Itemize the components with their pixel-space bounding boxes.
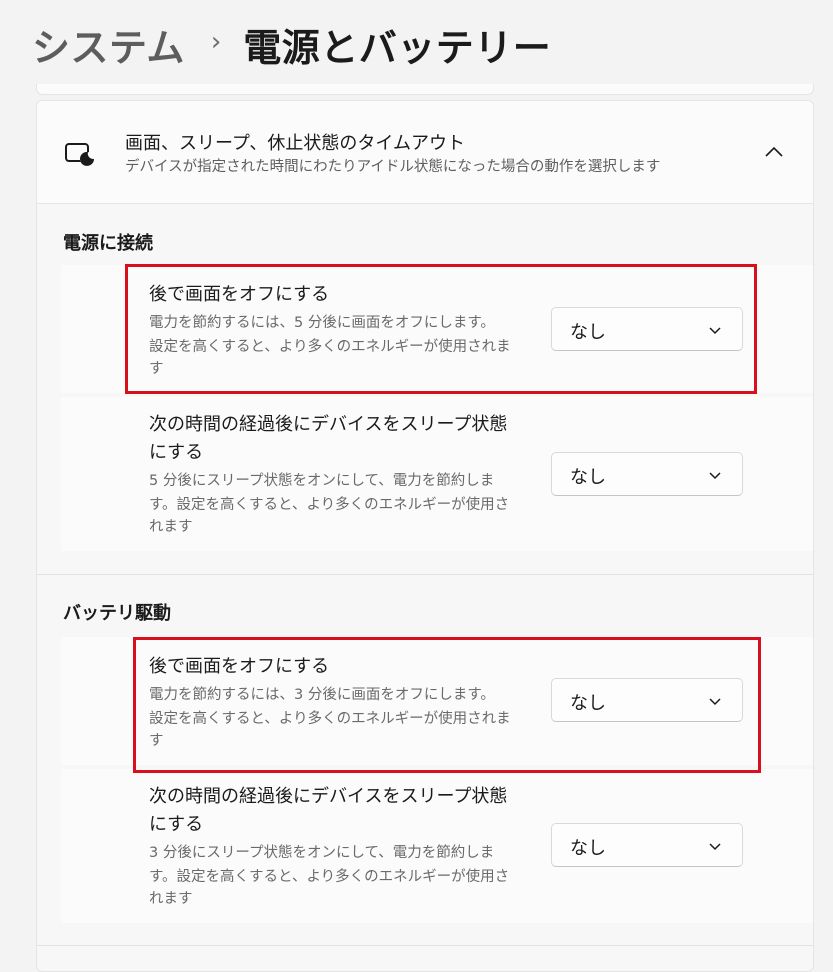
setting-row-battery-screen-off: 後で画面をオフにする 電力を節約するには、3 分後に画面をオフにします。 設定を… xyxy=(61,637,813,765)
setting-row-plugged-sleep: 次の時間の経過後にデバイスをスリープ状態 にする 5 分後にスリープ状態をオンに… xyxy=(61,397,813,551)
chevron-down-icon xyxy=(708,694,722,708)
row-title-line: にする xyxy=(149,442,204,463)
row-title-line: 次の時間の経過後にデバイスをスリープ状態 xyxy=(149,414,508,435)
screen-sleep-icon xyxy=(63,139,97,169)
row-title-line: にする xyxy=(149,814,204,835)
plugged-sleep-dropdown[interactable]: なし xyxy=(551,452,743,496)
row-title: 後で画面をオフにする xyxy=(149,656,330,677)
chevron-down-icon xyxy=(708,468,722,482)
battery-screen-off-dropdown[interactable]: なし xyxy=(551,678,743,722)
dropdown-value: なし xyxy=(570,838,606,859)
dropdown-value: なし xyxy=(570,693,606,714)
row-description-line: れます xyxy=(149,891,193,907)
section-title: 画面、スリープ、休止状態のタイムアウト xyxy=(125,133,466,154)
group-title-on-battery: バッテリ駆動 xyxy=(63,603,171,624)
chevron-up-icon[interactable] xyxy=(759,137,789,167)
panel-bottom-divider xyxy=(37,945,813,946)
row-description-line: す。設定を高くすると、より多くのエネルギーが使用さ xyxy=(149,869,510,885)
chevron-down-icon xyxy=(708,323,722,337)
row-title-line: 次の時間の経過後にデバイスをスリープ状態 xyxy=(149,786,508,807)
row-description-line: 設定を高くすると、より多くのエネルギーが使用されま xyxy=(149,339,511,355)
row-title: 後で画面をオフにする xyxy=(149,284,330,305)
timeout-section-header[interactable]: 画面、スリープ、休止状態のタイムアウト デバイスが指定された時間にわたりアイドル… xyxy=(37,101,813,204)
previous-card-edge xyxy=(36,84,814,95)
dropdown-value: なし xyxy=(570,322,606,343)
breadcrumb: システム › 電源とバッテリー xyxy=(32,14,551,74)
dropdown-value: なし xyxy=(570,467,606,488)
row-description-line: す xyxy=(149,361,164,377)
group-title-plugged-in: 電源に接続 xyxy=(63,233,153,254)
breadcrumb-parent-system[interactable]: システム xyxy=(32,17,185,72)
section-description: デバイスが指定された時間にわたりアイドル状態になった場合の動作を選択します xyxy=(125,159,661,175)
battery-sleep-dropdown[interactable]: なし xyxy=(551,823,743,867)
breadcrumb-separator-icon: › xyxy=(210,27,222,57)
row-description-line: 5 分後にスリープ状態をオンにして、電力を節約しま xyxy=(149,473,495,489)
setting-row-plugged-screen-off: 後で画面をオフにする 電力を節約するには、5 分後に画面をオフにします。 設定を… xyxy=(61,265,813,393)
timeout-settings-panel: 画面、スリープ、休止状態のタイムアウト デバイスが指定された時間にわたりアイドル… xyxy=(36,100,814,972)
row-description-line: 電力を節約するには、5 分後に画面をオフにします。 xyxy=(149,315,495,331)
row-description-line: れます xyxy=(149,519,193,535)
group-divider xyxy=(37,574,813,575)
row-description-line: 電力を節約するには、3 分後に画面をオフにします。 xyxy=(149,687,495,703)
row-description-line: す。設定を高くすると、より多くのエネルギーが使用さ xyxy=(149,497,510,513)
plugged-screen-off-dropdown[interactable]: なし xyxy=(551,307,743,351)
row-description-line: 設定を高くすると、より多くのエネルギーが使用されま xyxy=(149,711,511,727)
row-description-line: す xyxy=(149,733,164,749)
chevron-down-icon xyxy=(708,839,722,853)
row-description-line: 3 分後にスリープ状態をオンにして、電力を節約しま xyxy=(149,845,495,861)
setting-row-battery-sleep: 次の時間の経過後にデバイスをスリープ状態 にする 3 分後にスリープ状態をオンに… xyxy=(61,769,813,923)
page-title: 電源とバッテリー xyxy=(243,25,552,70)
